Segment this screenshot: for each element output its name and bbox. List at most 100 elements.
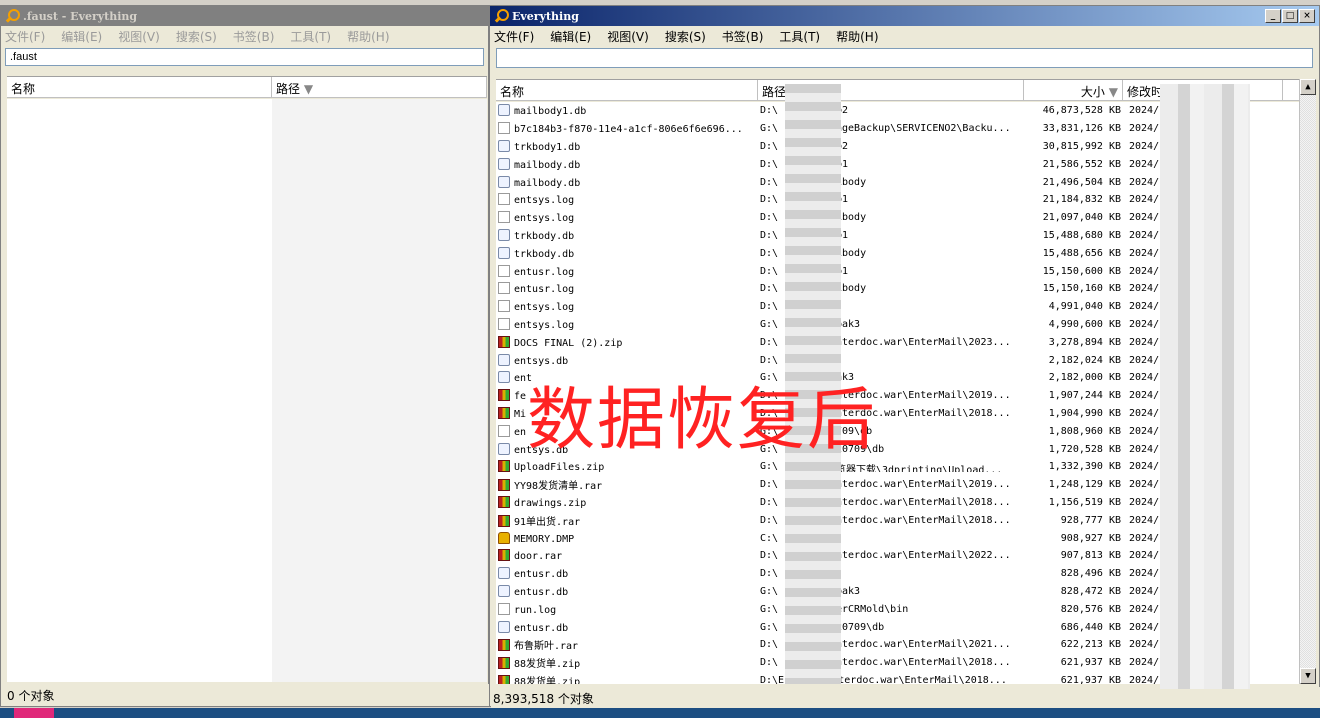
- size-cell: 621,937 KB: [1060, 657, 1121, 669]
- size-cell: 30,815,992 KB: [1042, 140, 1121, 152]
- size-cell: 21,586,552 KB: [1042, 158, 1121, 170]
- file-name-cell: entusr.log: [496, 282, 758, 295]
- menu-tools[interactable]: 工具(T): [777, 28, 822, 45]
- file-name: trkbody.db: [514, 230, 575, 242]
- path-drive: D:\: [760, 158, 779, 170]
- size-cell: 908,927 KB: [1060, 532, 1121, 544]
- size-cell: 820,576 KB: [1060, 603, 1121, 615]
- menu-edit[interactable]: 编辑(E): [59, 28, 104, 45]
- file-name: entusr.log: [514, 266, 575, 278]
- size-cell: 15,488,680 KB: [1042, 229, 1121, 241]
- path-header-label: 路径: [276, 82, 301, 96]
- path-drive: D:\: [760, 247, 779, 259]
- file-name-cell: drawings.zip: [496, 495, 758, 509]
- right-search-input[interactable]: [496, 48, 1313, 68]
- size-cell: 4,991,040 KB: [1048, 301, 1121, 313]
- file-name: YY98发货清单.rar: [514, 481, 603, 493]
- path-tail: nterdoc.war\EnterMail\2022...: [836, 550, 1011, 562]
- file-name: entusr.db: [514, 569, 569, 581]
- text-file-icon: [498, 122, 510, 135]
- file-name-cell: trkbody1.db: [496, 139, 758, 153]
- archive-icon: [498, 406, 510, 419]
- size-cell: 46,873,528 KB: [1042, 105, 1121, 117]
- column-name-header[interactable]: 名称: [7, 77, 272, 97]
- menu-bookmarks[interactable]: 书签(B): [231, 28, 277, 45]
- file-name: entusr.db: [514, 586, 569, 598]
- database-file-icon: [498, 371, 510, 384]
- size-cell: 21,496,504 KB: [1042, 176, 1121, 188]
- path-tail: nterdoc.war\EnterMail\2019...: [836, 479, 1011, 491]
- size-cell: 1,907,244 KB: [1048, 390, 1121, 402]
- path-drive: D:\: [760, 550, 779, 562]
- vertical-scrollbar[interactable]: ▲ ▼: [1299, 79, 1316, 684]
- database-file-icon: [498, 442, 510, 455]
- column-path-header[interactable]: 路径 ▼: [272, 77, 487, 97]
- menu-edit[interactable]: 编辑(E): [548, 28, 593, 45]
- size-cell: 1,808,960 KB: [1048, 425, 1121, 437]
- column-size-header[interactable]: 大小 ▼: [1024, 80, 1123, 100]
- start-icon[interactable]: [14, 708, 54, 718]
- path-drive: D:\: [760, 657, 779, 669]
- menu-file[interactable]: 文件(F): [3, 28, 47, 45]
- size-cell: 3,278,894 KB: [1048, 336, 1121, 348]
- file-name: MEMORY.DMP: [514, 533, 575, 545]
- left-title-bar[interactable]: .faust - Everything: [1, 6, 488, 26]
- menu-bookmarks[interactable]: 书签(B): [720, 28, 766, 45]
- size-cell: 2,182,024 KB: [1048, 354, 1121, 366]
- menu-tools[interactable]: 工具(T): [288, 28, 333, 45]
- overlay-caption: 数据恢复后: [527, 381, 878, 460]
- file-name: mailbody.db: [514, 177, 581, 189]
- menu-search[interactable]: 搜索(S): [174, 28, 219, 45]
- file-name: mailbody.db: [514, 159, 581, 171]
- taskbar: [0, 708, 1320, 718]
- path-drive: D:\: [760, 639, 779, 651]
- size-cell: 1,720,528 KB: [1048, 443, 1121, 455]
- path-drive: D:\: [760, 229, 779, 241]
- database-file-icon: [498, 228, 510, 241]
- file-name: 布鲁斯叶.rar: [514, 641, 579, 653]
- left-results-list[interactable]: [7, 99, 487, 682]
- file-name: trkbody1.db: [514, 141, 581, 153]
- left-status-bar: 0 个对象: [5, 684, 489, 706]
- file-name: 88发货单.zip: [514, 659, 581, 671]
- menu-search[interactable]: 搜索(S): [663, 28, 708, 45]
- left-column-header: 名称 路径 ▼: [7, 76, 487, 98]
- database-file-icon: [498, 175, 510, 188]
- close-button[interactable]: ×: [1299, 9, 1315, 23]
- size-cell: 928,777 KB: [1060, 514, 1121, 526]
- path-tail: 20709\db: [836, 621, 885, 633]
- file-name-cell: entsys.log: [496, 193, 758, 206]
- size-cell: 1,248,129 KB: [1048, 479, 1121, 491]
- path-tail: nterdoc.war\EnterMail\2018...: [836, 657, 1011, 669]
- column-name-header[interactable]: 名称: [496, 80, 758, 100]
- scroll-down-button[interactable]: ▼: [1300, 668, 1316, 684]
- everything-logo-icon: [5, 9, 20, 23]
- right-title-bar[interactable]: Everything _ □ ×: [490, 6, 1319, 26]
- text-file-icon: [498, 211, 510, 224]
- path-drive: G:\: [760, 318, 779, 330]
- path-tail: ageBackup\SERVICENO2\Backu...: [836, 123, 1011, 135]
- archive-icon: [498, 335, 510, 348]
- menu-file[interactable]: 文件(F): [492, 28, 536, 45]
- path-drive: D:\: [760, 212, 779, 224]
- database-file-icon: [498, 620, 510, 633]
- menu-view[interactable]: 视图(V): [116, 28, 162, 45]
- path-drive: D:\: [760, 479, 779, 491]
- size-cell: 907,813 KB: [1060, 550, 1121, 562]
- archive-icon: [498, 657, 510, 670]
- menu-view[interactable]: 视图(V): [605, 28, 651, 45]
- file-name: run.log: [514, 604, 557, 616]
- file-name: trkbody.db: [514, 248, 575, 260]
- path-drive: D:\: [760, 194, 779, 206]
- path-drive: D:\: [760, 140, 779, 152]
- file-name: en: [514, 426, 527, 438]
- maximize-button[interactable]: □: [1282, 9, 1298, 23]
- left-search-input[interactable]: .faust: [5, 48, 484, 66]
- scroll-up-button[interactable]: ▲: [1300, 79, 1316, 95]
- minimize-button[interactable]: _: [1265, 9, 1281, 23]
- menu-help[interactable]: 帮助(H): [345, 28, 391, 45]
- size-cell: 1,332,390 KB: [1048, 461, 1121, 473]
- size-header-label: 大小: [1080, 85, 1105, 99]
- text-file-icon: [498, 282, 510, 295]
- menu-help[interactable]: 帮助(H): [834, 28, 880, 45]
